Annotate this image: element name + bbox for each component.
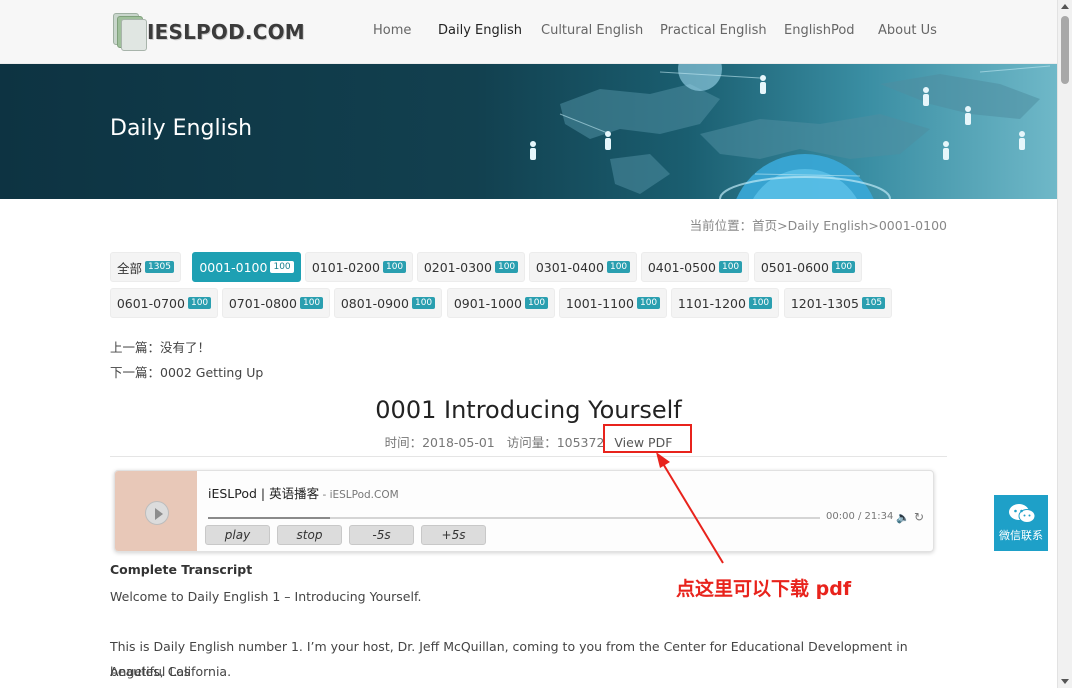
scrollbar-thumb[interactable] <box>1061 16 1069 84</box>
scroll-down-arrow-icon[interactable] <box>1061 679 1069 684</box>
wechat-contact-button[interactable]: 微信联系 <box>994 495 1048 551</box>
wechat-label: 微信联系 <box>999 529 1043 542</box>
scroll-up-arrow-icon[interactable] <box>1061 4 1069 9</box>
transcript-paragraph: Angeles, California. <box>110 664 232 679</box>
wechat-icon <box>1009 504 1036 523</box>
transcript-heading: Complete Transcript <box>110 562 253 577</box>
page-scrollbar[interactable] <box>1057 0 1072 688</box>
transcript-paragraph: Welcome to Daily English 1 – Introducing… <box>110 589 422 604</box>
